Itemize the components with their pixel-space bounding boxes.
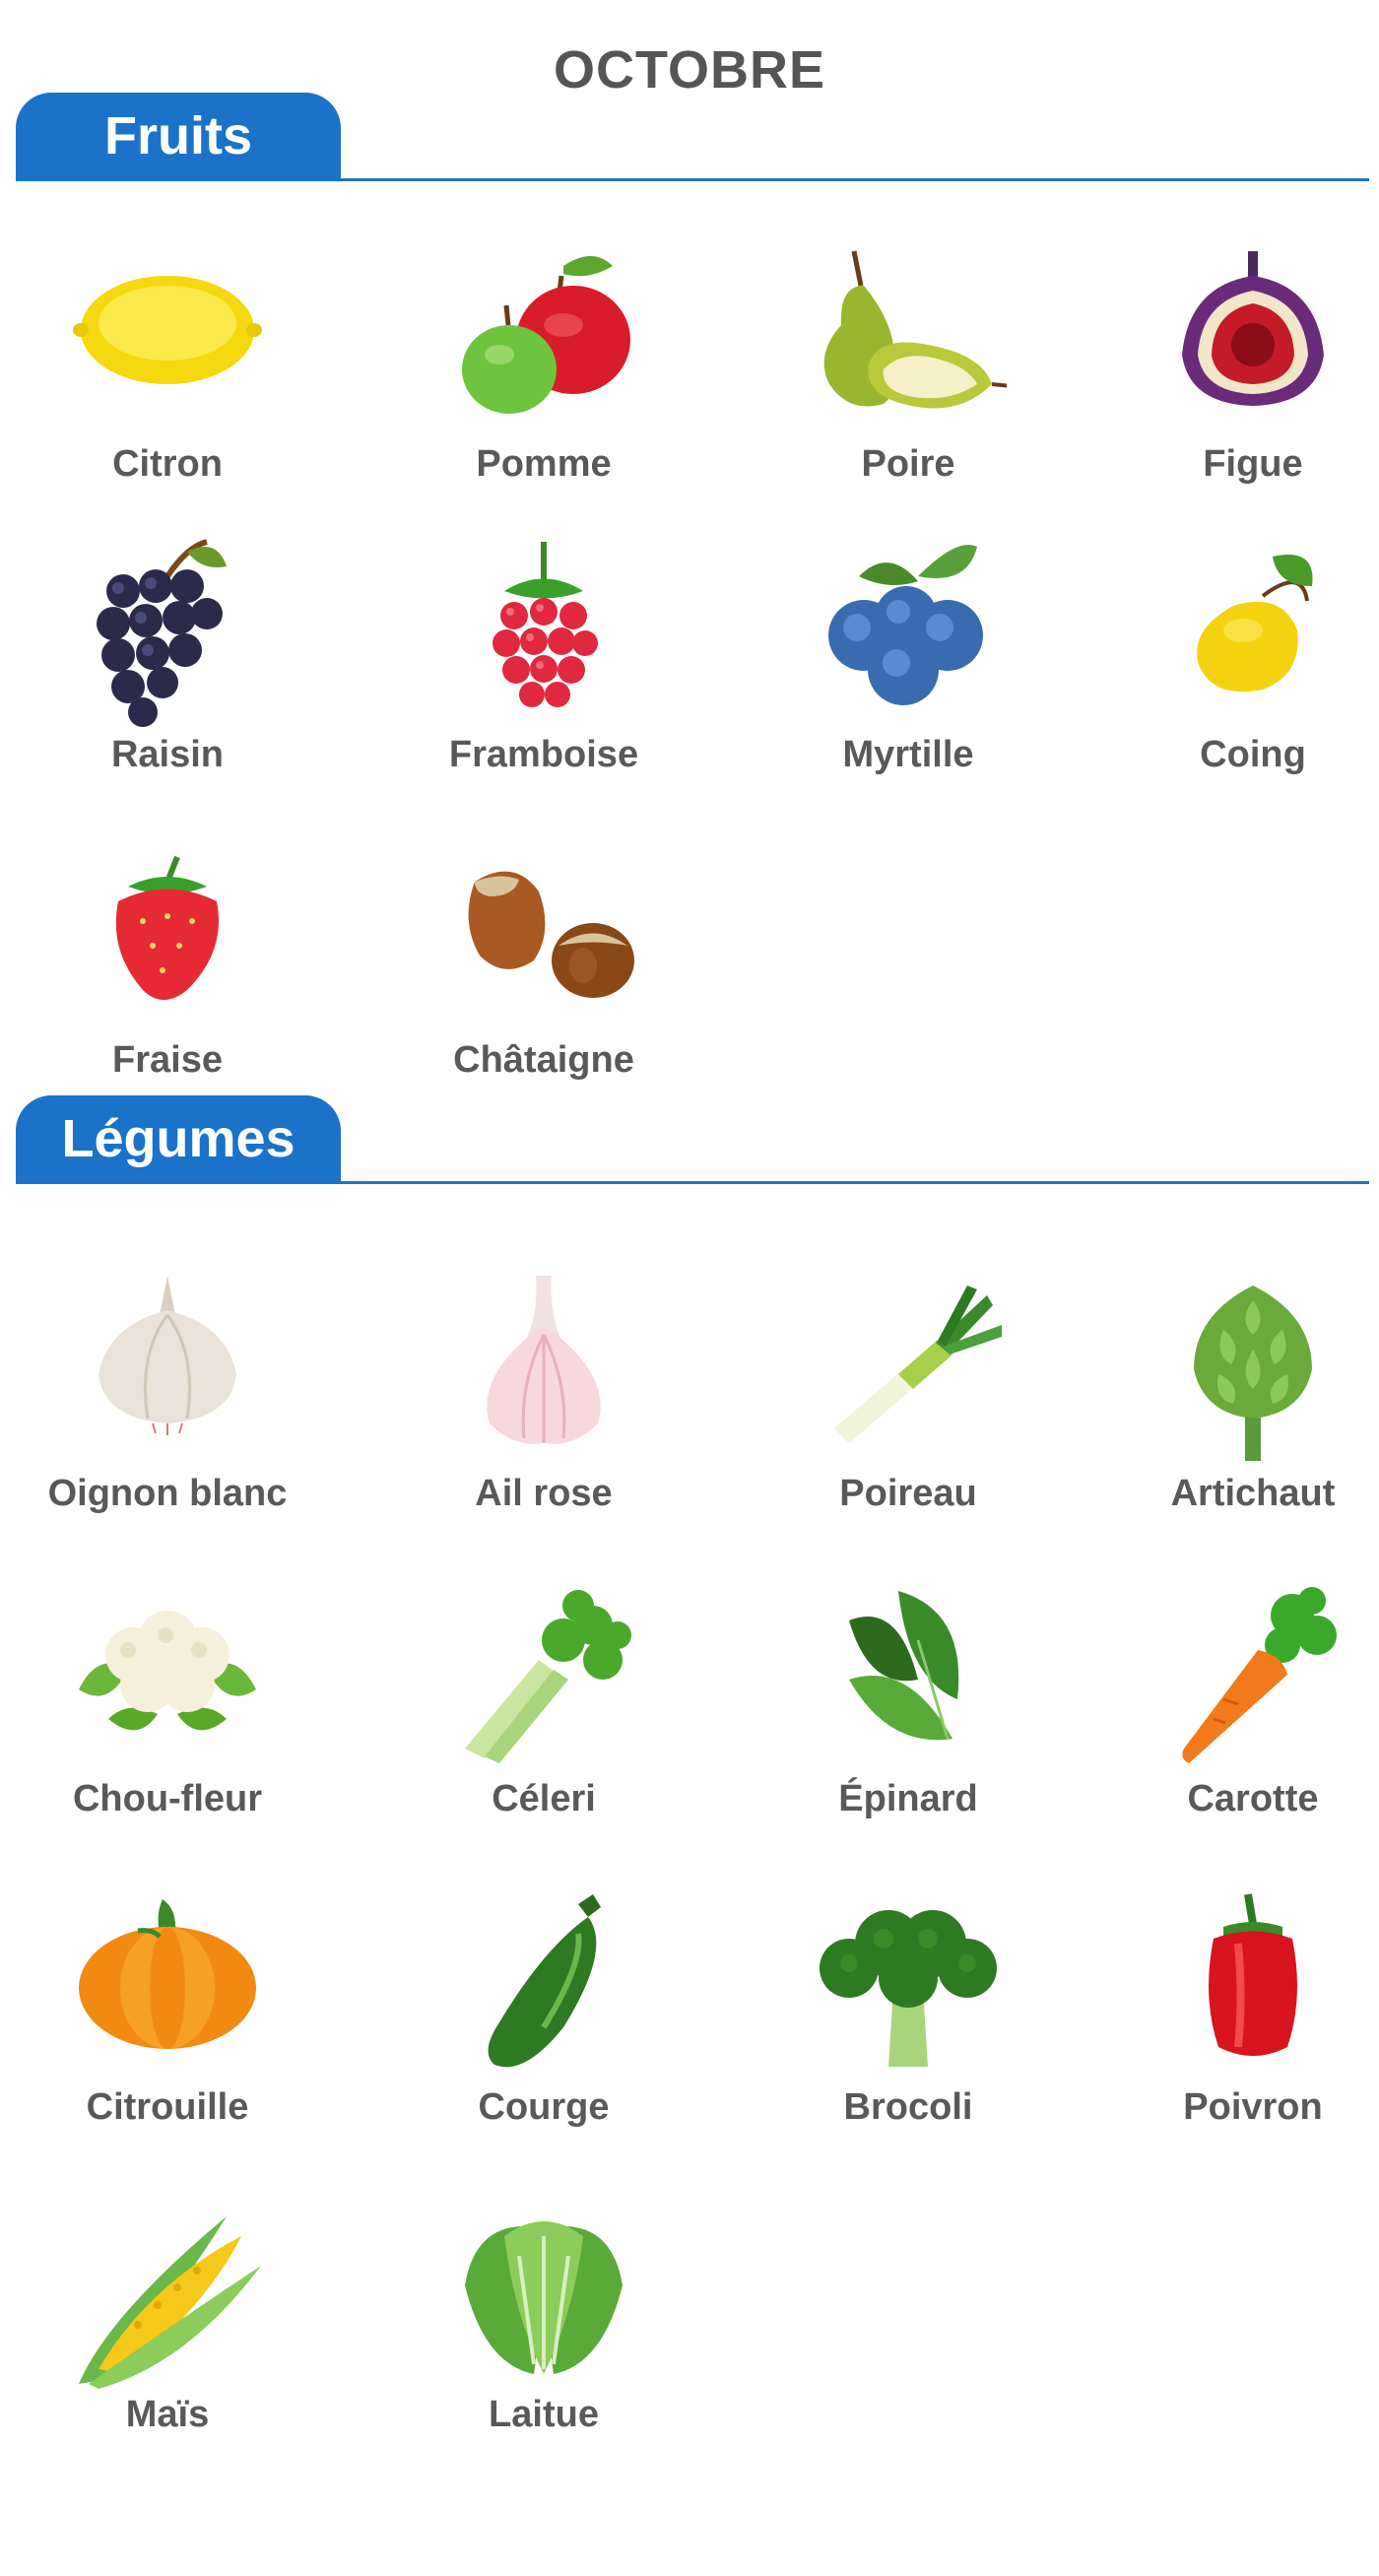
blueberry-icon: [828, 545, 983, 705]
quince-icon: [1197, 555, 1313, 693]
vegetable-item-mais: Maïs: [0, 2197, 345, 2453]
pear-icon: [823, 250, 1007, 409]
vegetable-label: Oignon blanc: [47, 1473, 288, 1514]
vegetable-label: Chou-fleur: [72, 1778, 263, 1819]
vegetable-label: Poireau: [839, 1473, 977, 1514]
fruit-item-pomme: Pomme: [366, 246, 721, 502]
vegetable-item-artichaut: Artichaut: [1076, 1276, 1379, 1532]
vegetable-label: Ail rose: [475, 1473, 613, 1514]
vegetables-heading: Légumes: [16, 1095, 341, 1182]
vegetable-label: Céleri: [492, 1778, 596, 1819]
broccoli-icon: [820, 1910, 997, 2067]
raspberry-icon: [492, 542, 598, 707]
vegetable-label: Artichaut: [1170, 1473, 1336, 1514]
fruit-label: Coing: [1200, 734, 1306, 775]
lettuce-icon: [465, 2221, 623, 2374]
grapes-icon: [97, 539, 227, 727]
bell-pepper-icon: [1209, 1893, 1297, 2056]
vegetable-item-laitue: Laitue: [366, 2197, 721, 2453]
fruit-item-fraise: Fraise: [0, 842, 345, 1098]
vegetable-label: Épinard: [838, 1778, 978, 1819]
strawberry-icon: [115, 855, 219, 1000]
vegetables-section-header: Légumes: [16, 1095, 1369, 1184]
vegetable-label: Carotte: [1187, 1778, 1319, 1819]
fruit-item-raisin: Raisin: [0, 537, 345, 793]
fruit-item-chataigne: Châtaigne: [366, 842, 721, 1098]
zucchini-icon: [488, 1894, 601, 2068]
vegetable-label: Brocoli: [843, 2086, 973, 2128]
vegetable-item-poireau: Poireau: [731, 1276, 1085, 1532]
vegetable-item-ail-rose: Ail rose: [366, 1276, 721, 1532]
fruit-label: Châtaigne: [453, 1039, 634, 1081]
vegetable-item-celeri: Céleri: [366, 1581, 721, 1837]
celery-icon: [465, 1590, 631, 1763]
fruit-label: Pomme: [476, 443, 612, 485]
fruit-label: Fraise: [112, 1039, 223, 1081]
fruit-item-figue: Figue: [1076, 246, 1379, 502]
fruit-label: Raisin: [110, 734, 225, 775]
lemon-icon: [73, 276, 262, 384]
vegetable-label: Poivron: [1183, 2086, 1323, 2128]
chestnut-icon: [468, 871, 634, 998]
vegetable-item-chou-fleur: Chou-fleur: [0, 1581, 345, 1837]
corn-icon: [79, 2216, 261, 2389]
pumpkin-icon: [79, 1899, 256, 2049]
vegetable-item-citrouille: Citrouille: [0, 1889, 345, 2146]
fruits-heading: Fruits: [16, 93, 341, 179]
onion-icon: [98, 1276, 236, 1435]
vegetable-label: Citrouille: [86, 2086, 249, 2128]
vegetable-item-oignon-blanc: Oignon blanc: [0, 1276, 345, 1532]
vegetable-item-courge: Courge: [366, 1889, 721, 2146]
vegetable-label: Laitue: [489, 2394, 599, 2435]
fruit-item-poire: Poire: [731, 246, 1085, 502]
fruit-item-citron: Citron: [0, 246, 345, 502]
fruit-label: Figue: [1203, 443, 1303, 485]
fruit-label: Citron: [112, 443, 223, 485]
apple-icon: [462, 256, 630, 414]
fruit-label: Framboise: [448, 734, 639, 775]
vegetable-item-epinard: Épinard: [731, 1581, 1085, 1837]
fig-icon: [1182, 251, 1324, 406]
artichoke-icon: [1194, 1286, 1312, 1461]
fruit-label: Poire: [861, 443, 955, 485]
vegetable-label: Courge: [478, 2086, 610, 2128]
vegetable-item-poivron: Poivron: [1076, 1889, 1379, 2146]
fruits-divider: [16, 178, 1369, 181]
vegetable-label: Maïs: [125, 2394, 210, 2435]
page-title: OCTOBRE: [553, 40, 826, 99]
vegetable-item-brocoli: Brocoli: [731, 1889, 1085, 2146]
fruit-item-myrtille: Myrtille: [731, 537, 1085, 793]
garlic-icon: [487, 1276, 601, 1444]
fruits-section-header: Fruits: [16, 93, 1369, 181]
vegetable-item-carotte: Carotte: [1076, 1581, 1379, 1837]
spinach-icon: [849, 1591, 959, 1741]
fruit-item-coing: Coing: [1076, 537, 1379, 793]
fruit-item-framboise: Framboise: [366, 537, 721, 793]
cauliflower-icon: [79, 1611, 256, 1731]
fruit-label: Myrtille: [842, 734, 974, 775]
vegetables-divider: [16, 1181, 1369, 1184]
carrot-icon: [1182, 1587, 1337, 1763]
leek-icon: [834, 1286, 1002, 1443]
